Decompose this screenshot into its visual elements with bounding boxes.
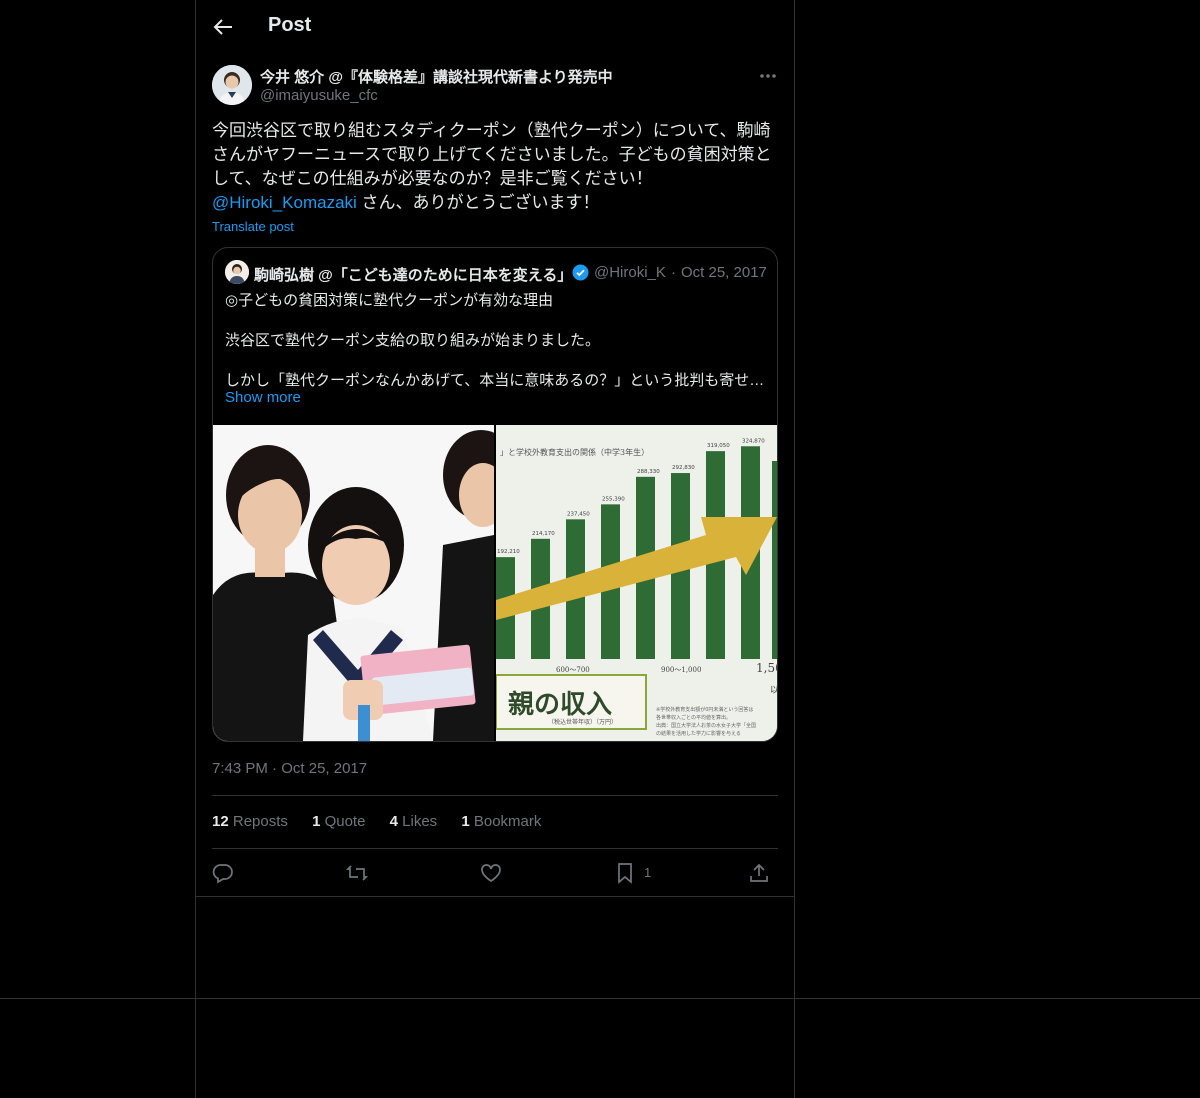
chart-bar [772, 461, 777, 659]
likes-count: 4 [389, 813, 398, 830]
reposts-label: Reposts [232, 813, 288, 830]
quote-dot: · [671, 264, 676, 281]
students-photo[interactable] [213, 425, 494, 741]
main-column: Post 今井 悠介 @『体験格差』講談社現代新書より発売中 @imaiyusu… [195, 0, 795, 1098]
likes-stat[interactable]: 4 Likes [390, 813, 438, 830]
chart-note-line: 出典：国立大学法人お茶の水女子大学「全国 [656, 722, 756, 729]
x-tick-label: 600～700 [556, 666, 590, 674]
reply-icon[interactable] [212, 862, 234, 884]
x-tick-unit: 以 [770, 686, 777, 696]
chart-caption: 親の収入 [508, 690, 612, 720]
post-timestamp[interactable]: 7:43 PM · Oct 25, 2017 [212, 760, 367, 777]
bar-chart-figure: 」と学校外教育支出の関係（中学3年生） 192,210 214,170 237,450… [496, 425, 777, 741]
bookmarks-label: Bookmark [473, 813, 542, 830]
bar-value-label: 237,450 [567, 511, 590, 517]
x-tick-label: 900～1,000 [661, 666, 701, 674]
avatar[interactable] [212, 65, 252, 105]
action-bar: 1 [212, 862, 778, 886]
post-date: Oct 25, 2017 [281, 760, 368, 777]
chart-note-line: の結果を活用した学力に影響を与える [656, 730, 741, 737]
bar-value-label: 192,210 [497, 549, 520, 555]
quote-author-handle[interactable]: @Hiroki_K [594, 264, 666, 281]
bookmarks-count: 1 [461, 813, 470, 830]
post-text-line: 今回渋谷区で取り組むスタディクーポン（塾代クーポン）について、駒崎 [212, 121, 771, 140]
bar-value-label: 288,330 [637, 469, 660, 475]
quotes-count: 1 [312, 813, 321, 830]
x-tick-label: 1,50 [756, 661, 777, 675]
quoted-post[interactable]: 駒崎弘樹 @「こども達のために日本を変える」 @Hiroki_K · Oct 2… [212, 247, 778, 742]
quote-avatar[interactable] [225, 260, 249, 284]
post-time: 7:43 PM [212, 760, 268, 777]
repost-icon[interactable] [346, 862, 368, 884]
bar-value-label: 255,390 [602, 496, 625, 502]
quote-author-name[interactable]: 駒崎弘樹 @「こども達のために日本を変える」 [254, 264, 572, 285]
author-handle[interactable]: @imaiyusuke_cfc [260, 87, 378, 104]
divider [196, 896, 794, 897]
translate-post-link[interactable]: Translate post [212, 219, 294, 234]
post-stats: 12 Reposts 1 Quote 4 Likes 1 Bookmark [212, 813, 561, 830]
quotes-label: Quote [324, 813, 366, 830]
bar-value-label: 319,050 [707, 443, 730, 449]
divider [212, 848, 778, 849]
more-options-icon[interactable] [754, 66, 782, 86]
page-title: Post [268, 14, 312, 36]
mention-link[interactable]: @Hiroki_Komazaki [212, 193, 357, 212]
reposts-stat[interactable]: 12 Reposts [212, 813, 288, 830]
post-text-line: さんがヤフーニュースで取り上げてくださいました。子どもの貧困対策と [212, 145, 772, 164]
post-text-line: @Hiroki_Komazaki さん、ありがとうございます！ [212, 191, 778, 215]
bookmark-count: 1 [644, 865, 652, 880]
timestamp-dot: · [272, 760, 278, 777]
quote-text-line: しかし「塾代クーポンなんかあげて、本当に意味あるの？」という批判も寄せ… [225, 372, 765, 389]
bookmark-icon[interactable] [614, 862, 636, 884]
income-chart-image[interactable]: 」と学校外教育支出の関係（中学3年生） 192,210 214,170 237,450… [496, 425, 777, 741]
chart-caption-sub: （税込世帯年収）（万円） [548, 718, 617, 726]
show-more-link[interactable]: Show more [225, 389, 301, 406]
quote-text-line: ◎子どもの貧困対策に塾代クーポンが有効な理由 [225, 292, 554, 309]
divider [212, 795, 778, 796]
chart-title: 」と学校外教育支出の関係（中学3年生） [500, 447, 649, 457]
page-header: Post [196, 0, 794, 54]
like-icon[interactable] [480, 862, 502, 884]
bookmarks-stat[interactable]: 1 Bookmark [461, 813, 541, 830]
quote-text-line: 渋谷区で塾代クーポン支給の取り組みが始まりました。 [225, 332, 601, 349]
reposts-count: 12 [212, 813, 229, 830]
verified-badge-icon [572, 264, 589, 281]
bar-value-label: 324,870 [742, 438, 765, 444]
post-text-line: して、なぜこの仕組みが必要なのか？是非ご覧ください！ [212, 169, 653, 188]
chart-note-line: 各世帯収入ごとの平均値を算出。 [656, 714, 731, 721]
post-text: 今回渋谷区で取り組むスタディクーポン（塾代クーポン）について、駒崎 さんがヤフー… [212, 119, 778, 215]
likes-label: Likes [402, 813, 438, 830]
post-text-tail: さん、ありがとうございます！ [356, 193, 600, 212]
back-arrow-icon[interactable] [210, 14, 236, 40]
share-icon[interactable] [748, 862, 770, 884]
quote-date[interactable]: Oct 25, 2017 [681, 264, 767, 281]
chart-note-line: ※学校外教育支出額が0円未満という回答は [656, 706, 753, 713]
bar-value-label: 214,170 [532, 531, 555, 537]
quotes-stat[interactable]: 1 Quote [312, 813, 365, 830]
bar-value-label: 292,830 [672, 465, 695, 471]
author-name[interactable]: 今井 悠介 @『体験格差』講談社現代新書より発売中 [260, 66, 613, 87]
